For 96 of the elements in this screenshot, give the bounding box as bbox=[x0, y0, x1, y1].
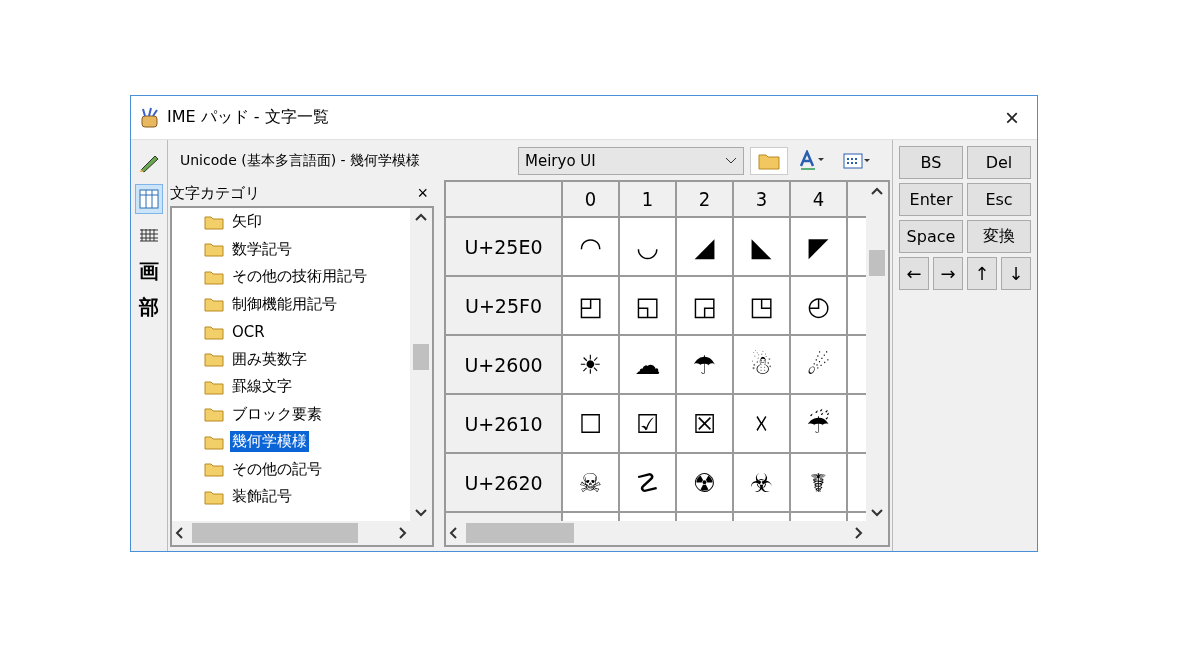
character-cell[interactable]: ☐ bbox=[563, 395, 618, 452]
key-button[interactable]: BS bbox=[899, 146, 963, 179]
column-header: 4 bbox=[791, 182, 846, 216]
character-cell[interactable]: ◱ bbox=[620, 277, 675, 334]
empty-cell bbox=[848, 336, 866, 393]
character-cell[interactable]: ◰ bbox=[563, 277, 618, 334]
close-panel-button[interactable]: × bbox=[411, 182, 434, 204]
range-label: Unicode (基本多言語面) - 幾何学模様 bbox=[179, 152, 422, 170]
category-item[interactable]: その他の記号 bbox=[204, 455, 410, 483]
character-cell[interactable]: ◳ bbox=[734, 277, 789, 334]
key-button[interactable]: Esc bbox=[967, 183, 1031, 216]
empty-cell bbox=[620, 513, 675, 521]
folder-icon bbox=[204, 213, 224, 230]
row-header: U+2610 bbox=[446, 395, 561, 452]
column-header: 2 bbox=[677, 182, 732, 216]
close-button[interactable]: × bbox=[995, 103, 1029, 132]
folder-icon bbox=[757, 151, 781, 171]
category-item[interactable]: 囲み英数字 bbox=[204, 345, 410, 373]
category-item[interactable]: 幾何学模様 bbox=[204, 428, 410, 456]
character-cell[interactable]: ◠ bbox=[563, 218, 618, 275]
arrow-key-button[interactable]: ↓ bbox=[1001, 257, 1031, 290]
character-cell[interactable]: ☠ bbox=[563, 454, 618, 511]
folder-icon bbox=[204, 378, 224, 395]
character-cell[interactable]: ◢ bbox=[677, 218, 732, 275]
empty-cell bbox=[848, 454, 866, 511]
row-header: U+2600 bbox=[446, 336, 561, 393]
category-item[interactable]: ブロック要素 bbox=[204, 400, 410, 428]
character-cell[interactable]: ☢ bbox=[677, 454, 732, 511]
category-item[interactable]: 罫線文字 bbox=[204, 373, 410, 401]
app-icon bbox=[139, 106, 161, 129]
character-cell[interactable]: ◣ bbox=[734, 218, 789, 275]
category-item[interactable]: その他の技術用記号 bbox=[204, 263, 410, 291]
character-cell[interactable]: ☡ bbox=[620, 454, 675, 511]
folder-icon bbox=[204, 461, 224, 478]
folder-icon bbox=[204, 433, 224, 450]
empty-cell bbox=[848, 395, 866, 452]
panel-title: 文字カテゴリ bbox=[170, 183, 260, 203]
keyboard-icon bbox=[138, 227, 160, 243]
empty-cell bbox=[563, 513, 618, 521]
scroll-thumb[interactable] bbox=[466, 523, 574, 543]
character-cell[interactable]: ☃ bbox=[734, 336, 789, 393]
character-cell[interactable]: ☤ bbox=[791, 454, 846, 511]
folder-icon bbox=[204, 268, 224, 285]
empty-cell bbox=[734, 513, 789, 521]
character-cell[interactable]: ☣ bbox=[734, 454, 789, 511]
category-item[interactable]: 装飾記号 bbox=[204, 483, 410, 511]
character-cell[interactable]: ◡ bbox=[620, 218, 675, 275]
empty-cell bbox=[848, 277, 866, 334]
character-cell[interactable]: ◲ bbox=[677, 277, 732, 334]
row-header: U+2620 bbox=[446, 454, 561, 511]
character-cell[interactable]: ☔ bbox=[791, 395, 846, 452]
grid-icon bbox=[138, 188, 160, 210]
character-cell[interactable]: ◤ bbox=[791, 218, 846, 275]
column-header: 0 bbox=[563, 182, 618, 216]
category-item[interactable]: OCR bbox=[204, 318, 410, 346]
character-cell[interactable]: ☁ bbox=[620, 336, 675, 393]
empty-cell bbox=[848, 218, 866, 275]
character-cell[interactable]: ☒ bbox=[677, 395, 732, 452]
arrow-key-button[interactable]: → bbox=[933, 257, 963, 290]
scroll-thumb[interactable] bbox=[869, 250, 885, 276]
arrow-key-button[interactable]: ← bbox=[899, 257, 929, 290]
chevron-down-icon bbox=[725, 157, 737, 165]
empty-cell bbox=[848, 513, 866, 521]
scroll-thumb[interactable] bbox=[413, 344, 429, 370]
scroll-thumb[interactable] bbox=[192, 523, 358, 543]
empty-cell bbox=[677, 513, 732, 521]
character-cell[interactable]: ☓ bbox=[734, 395, 789, 452]
tool-button[interactable]: 部 bbox=[135, 292, 163, 322]
character-cell[interactable]: ☑ bbox=[620, 395, 675, 452]
category-item[interactable]: 数学記号 bbox=[204, 235, 410, 263]
row-header: U+25E0 bbox=[446, 218, 561, 275]
key-button[interactable]: Enter bbox=[899, 183, 963, 216]
character-cell[interactable]: ☂ bbox=[677, 336, 732, 393]
category-item[interactable]: 矢印 bbox=[204, 208, 410, 236]
key-button[interactable]: Del bbox=[967, 146, 1031, 179]
column-header: 3 bbox=[734, 182, 789, 216]
folder-icon bbox=[204, 323, 224, 340]
key-button[interactable]: Space bbox=[899, 220, 963, 253]
folder-icon bbox=[204, 406, 224, 423]
character-cell[interactable]: ☄ bbox=[791, 336, 846, 393]
column-header: 1 bbox=[620, 182, 675, 216]
category-item[interactable]: 制御機能用記号 bbox=[204, 290, 410, 318]
font-select[interactable]: Meiryo UI bbox=[518, 147, 744, 175]
folder-icon bbox=[204, 351, 224, 368]
folder-icon bbox=[204, 296, 224, 313]
window-title: IME パッド - 文字一覧 bbox=[167, 107, 330, 128]
tool-button[interactable]: 画 bbox=[135, 256, 163, 286]
row-header: U+25F0 bbox=[446, 277, 561, 334]
key-button[interactable]: 変換 bbox=[967, 220, 1031, 253]
empty-cell bbox=[791, 513, 846, 521]
folder-icon bbox=[204, 241, 224, 258]
character-cell[interactable]: ◴ bbox=[791, 277, 846, 334]
folder-icon bbox=[204, 488, 224, 505]
character-cell[interactable]: ☀ bbox=[563, 336, 618, 393]
grid-view-icon bbox=[842, 151, 872, 171]
arrow-key-button[interactable]: ↑ bbox=[967, 257, 997, 290]
